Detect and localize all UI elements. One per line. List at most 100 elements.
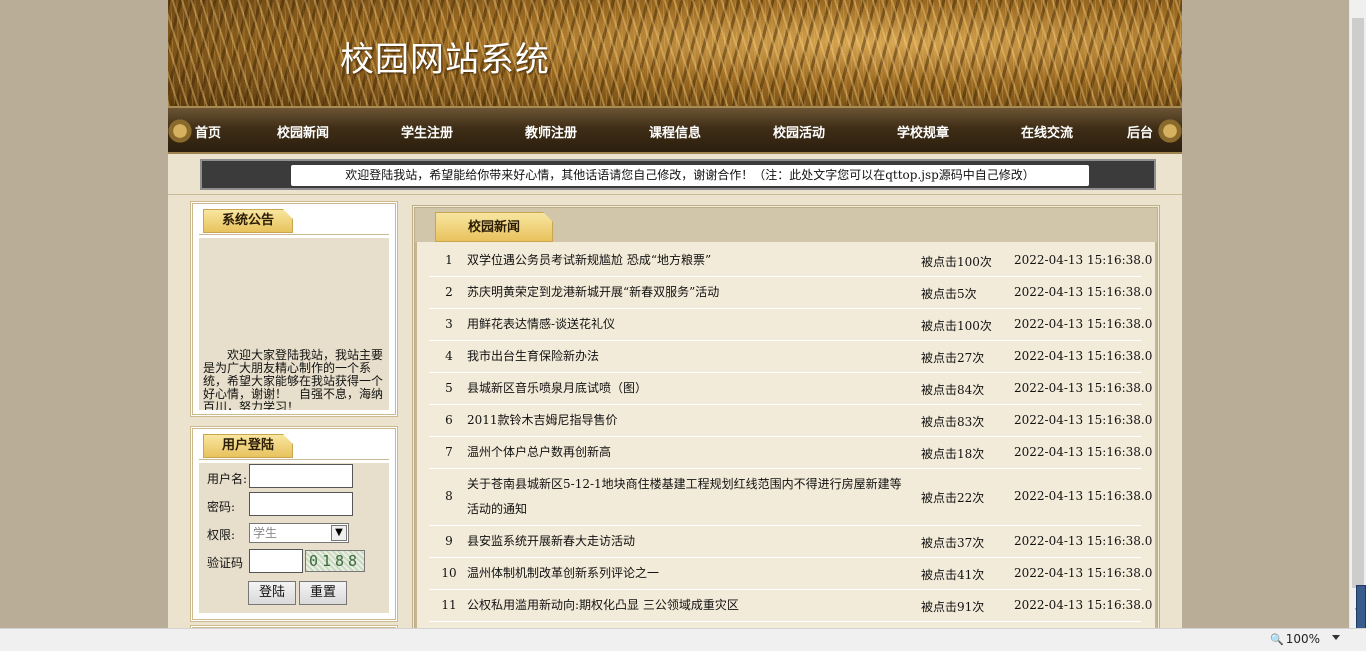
notice-content: 欢迎大家登陆我站，我站主要是为广大朋友精心制作的一个系统，希望大家能够在我站获得… xyxy=(199,238,389,410)
news-link[interactable]: 双学位遇公务员考试新规尴尬 恐成“地方粮票” xyxy=(467,253,711,267)
zoom-icon: 🔍 xyxy=(1270,633,1284,646)
news-row: 2 苏庆明黄荣定到龙港新城开展“新春双服务”活动 被点击5次 2022-04-1… xyxy=(429,277,1152,309)
news-row: 11 公权私用滥用新动向:期权化凸显 三公领域成重灾区 被点击91次 2022-… xyxy=(429,590,1152,622)
news-row: 10 温州体制机制改革创新系列评论之一 被点击41次 2022-04-13 15… xyxy=(429,558,1152,590)
news-hits: 被点击91次 xyxy=(921,600,985,614)
site-title: 校园网站系统 xyxy=(340,40,550,80)
news-date: 2022-04-13 15:16:38.0 xyxy=(1014,413,1153,427)
news-tab: 校园新闻 xyxy=(435,212,553,242)
notice-text: 欢迎大家登陆我站，我站主要是为广大朋友精心制作的一个系统，希望大家能够在我站获得… xyxy=(203,348,384,411)
news-link[interactable]: 县城新区音乐喷泉月底试喷（图） xyxy=(467,381,647,395)
news-hits: 被点击100次 xyxy=(921,319,992,333)
news-title: 校园新闻 xyxy=(467,220,520,235)
news-row: 8 关于苍南县城新区5-12-1地块商住楼基建工程规划红线范围内不得进行房屋新建… xyxy=(429,469,1152,526)
vertical-scrollbar[interactable]: ∨ xyxy=(1349,0,1366,628)
news-hits: 被点击27次 xyxy=(921,351,985,365)
nav-student-register[interactable]: 学生注册 xyxy=(401,122,453,141)
banner: 校园网站系统 xyxy=(168,0,1182,106)
captcha-input[interactable] xyxy=(249,549,303,573)
nav-teacher-register[interactable]: 教师注册 xyxy=(525,122,577,141)
news-link[interactable]: 温州体制机制改革创新系列评论之一 xyxy=(467,566,659,580)
news-date: 2022-04-13 15:16:38.0 xyxy=(1014,598,1153,612)
main-nav: 首页 校园新闻 学生注册 教师注册 课程信息 校园活动 学校规章 在线交流 后台 xyxy=(168,106,1182,154)
zoom-level[interactable]: 🔍 100% xyxy=(1270,632,1320,646)
role-label: 权限: xyxy=(207,528,236,542)
news-title-link: 公权私用滥用新动向:期权化凸显 三公领域成重灾区 xyxy=(467,593,913,618)
news-index: 6 xyxy=(445,413,453,427)
news-title-link: 双学位遇公务员考试新规尴尬 恐成“地方粮票” xyxy=(467,248,913,273)
nav-course-info[interactable]: 课程信息 xyxy=(649,122,701,141)
news-index: 10 xyxy=(441,566,457,580)
marquee-text: 欢迎登陆我站，希望能给你带来好心情，其他话语请您自己修改，谢谢合作！（注：此处文… xyxy=(291,165,1089,186)
tab-fold-icon xyxy=(543,212,553,222)
chevron-down-icon[interactable]: ▼ xyxy=(331,525,347,541)
news-header: 校园新闻 xyxy=(415,208,1157,242)
notice-box: 系统公告 欢迎大家登陆我站，我站主要是为广大朋友精心制作的一个系统，希望大家能够… xyxy=(190,201,398,417)
login-button[interactable]: 登陆 xyxy=(248,581,296,605)
news-date: 2022-04-13 15:16:38.0 xyxy=(1014,566,1153,580)
news-index: 5 xyxy=(445,381,453,395)
nav-campus-activities[interactable]: 校园活动 xyxy=(773,122,825,141)
news-title-link: 2011款铃木吉姆尼指导售价 xyxy=(467,408,913,433)
news-hits: 被点击37次 xyxy=(921,536,985,550)
news-index: 2 xyxy=(445,285,453,299)
news-right-rule xyxy=(1155,242,1157,628)
nav-school-rules[interactable]: 学校规章 xyxy=(897,122,949,141)
news-index: 3 xyxy=(445,317,453,331)
news-link[interactable]: 温州个体户总户数再创新高 xyxy=(467,445,611,459)
news-row: 7 温州个体户总户数再创新高 被点击18次 2022-04-13 15:16:3… xyxy=(429,437,1152,469)
scrollbar-thumb[interactable] xyxy=(1352,18,1364,588)
news-row: 6 2011款铃木吉姆尼指导售价 被点击83次 2022-04-13 15:16… xyxy=(429,405,1152,437)
news-hits: 被点击41次 xyxy=(921,568,985,582)
captcha-label: 验证码 xyxy=(207,556,244,570)
status-bar: 🔍 100% xyxy=(0,628,1366,651)
news-link[interactable]: 关于苍南县城新区5-12-1地块商住楼基建工程规划红线范围内不得进行房屋新建等活… xyxy=(467,477,902,516)
reset-button[interactable]: 重置 xyxy=(299,581,347,605)
news-title-link: 温州个体户总户数再创新高 xyxy=(467,440,913,465)
page: 校园网站系统 首页 校园新闻 学生注册 教师注册 课程信息 校园活动 学校规章 … xyxy=(168,0,1182,628)
news-index: 8 xyxy=(445,489,453,503)
nav-ornament-left-icon xyxy=(168,116,192,146)
marquee-bar: 欢迎登陆我站，希望能给你带来好心情，其他话语请您自己修改，谢谢合作！（注：此处文… xyxy=(200,159,1156,190)
news-link[interactable]: 2011款铃木吉姆尼指导售价 xyxy=(467,413,618,427)
news-date: 2022-04-13 15:16:38.0 xyxy=(1014,534,1153,548)
login-tab: 用户登陆 xyxy=(203,434,293,458)
news-index: 4 xyxy=(445,349,453,363)
news-hits: 被点击5次 xyxy=(921,287,977,301)
news-link[interactable]: 用鲜花表达情感-谈送花礼仪 xyxy=(467,317,615,331)
news-title-link: 用鲜花表达情感-谈送花礼仪 xyxy=(467,312,913,337)
news-index: 11 xyxy=(441,598,457,612)
notice-tab: 系统公告 xyxy=(203,209,293,233)
news-hits: 被点击18次 xyxy=(921,447,985,461)
nav-admin[interactable]: 后台 xyxy=(1127,122,1153,141)
username-label: 用户名: xyxy=(207,472,248,486)
login-rule xyxy=(199,459,389,460)
username-input[interactable] xyxy=(249,464,353,488)
news-hits: 被点击100次 xyxy=(921,255,992,269)
nav-online-chat[interactable]: 在线交流 xyxy=(1021,122,1073,141)
news-link[interactable]: 公权私用滥用新动向:期权化凸显 三公领域成重灾区 xyxy=(467,598,739,612)
nav-home[interactable]: 首页 xyxy=(195,122,221,141)
news-title-link: 关于苍南县城新区5-12-1地块商住楼基建工程规划红线范围内不得进行房屋新建等活… xyxy=(467,472,913,522)
news-row: 4 我市出台生育保险新办法 被点击27次 2022-04-13 15:16:38… xyxy=(429,341,1152,373)
notice-rule xyxy=(199,234,389,235)
news-link[interactable]: 苏庆明黄荣定到龙港新城开展“新春双服务”活动 xyxy=(467,285,719,299)
password-input[interactable] xyxy=(249,492,353,516)
news-hits: 被点击84次 xyxy=(921,383,985,397)
news-link[interactable]: 我市出台生育保险新办法 xyxy=(467,349,599,363)
news-date: 2022-04-13 15:16:38.0 xyxy=(1014,285,1153,299)
news-index: 9 xyxy=(445,534,453,548)
news-left-rule xyxy=(415,242,417,628)
role-selected: 学生 xyxy=(253,526,278,540)
role-select[interactable]: 学生 ▼ xyxy=(249,523,349,543)
news-title-link: 我市出台生育保险新办法 xyxy=(467,344,913,369)
news-link[interactable]: 县安监系统开展新春大走访活动 xyxy=(467,534,635,548)
zoom-value: 100% xyxy=(1285,632,1321,646)
news-hits: 被点击22次 xyxy=(921,491,985,505)
captcha-image[interactable]: 0188 xyxy=(305,550,365,572)
news-date: 2022-04-13 15:16:38.0 xyxy=(1014,445,1153,459)
nav-campus-news[interactable]: 校园新闻 xyxy=(277,122,329,141)
zoom-dropdown-icon[interactable] xyxy=(1332,635,1340,640)
news-row: 1 双学位遇公务员考试新规尴尬 恐成“地方粮票” 被点击100次 2022-04… xyxy=(429,245,1152,277)
login-box: 用户登陆 用户名: 密码: 权限: 学生 ▼ 验证码 0188 登陆 重置 xyxy=(190,426,398,622)
